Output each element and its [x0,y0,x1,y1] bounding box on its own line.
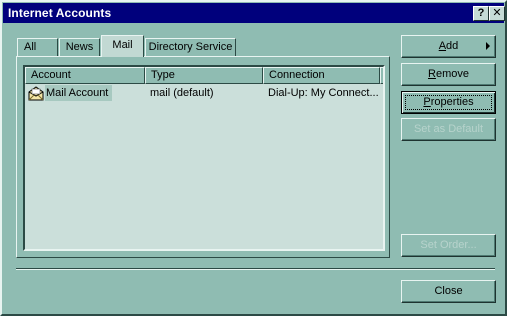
list-item-mail-account[interactable]: Mail Account mail (default) Dial-Up: My … [25,85,383,102]
help-button[interactable]: ? [473,6,489,21]
internet-accounts-dialog: Internet Accounts ? ✕ All News Mail Dire… [0,0,507,316]
window-title: Internet Accounts [8,6,112,20]
close-label: Close [434,285,463,297]
cell-type: mail (default) [150,87,214,99]
remove-button[interactable]: Remove [401,63,496,86]
set-as-default-label: Set as Default [413,123,484,135]
tab-directory-service[interactable]: Directory Service [145,38,236,56]
remove-label-mnemonic: R [428,68,436,80]
title-bar[interactable]: Internet Accounts ? ✕ [3,3,505,23]
add-label-mnemonic: A [438,40,447,52]
separator-line [16,268,495,270]
column-header-account[interactable]: Account [25,67,145,84]
cell-account: Mail Account [27,85,113,102]
remove-label-rest: emove [435,68,469,80]
set-order-button[interactable]: Set Order... [401,234,496,257]
column-header-type[interactable]: Type [145,67,263,84]
close-button[interactable]: Close [401,280,496,303]
add-button[interactable]: Add [401,35,496,58]
set-as-default-button[interactable]: Set as Default [401,118,496,141]
mail-account-icon [28,86,44,101]
account-name: Mail Account [45,85,113,101]
mail-tab-panel: Account Type Connection Mail Account mai… [16,56,390,258]
tab-all[interactable]: All [17,38,58,56]
cell-connection: Dial-Up: My Connect... [268,87,379,99]
set-order-label: Set Order... [420,239,477,251]
column-header-connection[interactable]: Connection [263,67,380,84]
focus-rectangle [405,95,492,110]
close-icon: ✕ [492,7,502,19]
accounts-list-view[interactable]: Account Type Connection Mail Account mai… [23,65,385,251]
add-label-rest: dd [446,40,459,52]
arrow-right-icon [486,42,490,50]
list-header: Account Type Connection [25,67,383,84]
properties-button[interactable]: Properties [401,91,496,114]
tab-mail[interactable]: Mail [101,35,144,57]
question-mark-icon: ? [477,7,485,19]
tab-news[interactable]: News [59,38,100,56]
window-close-button[interactable]: ✕ [489,6,505,21]
column-header-filler [380,67,383,84]
